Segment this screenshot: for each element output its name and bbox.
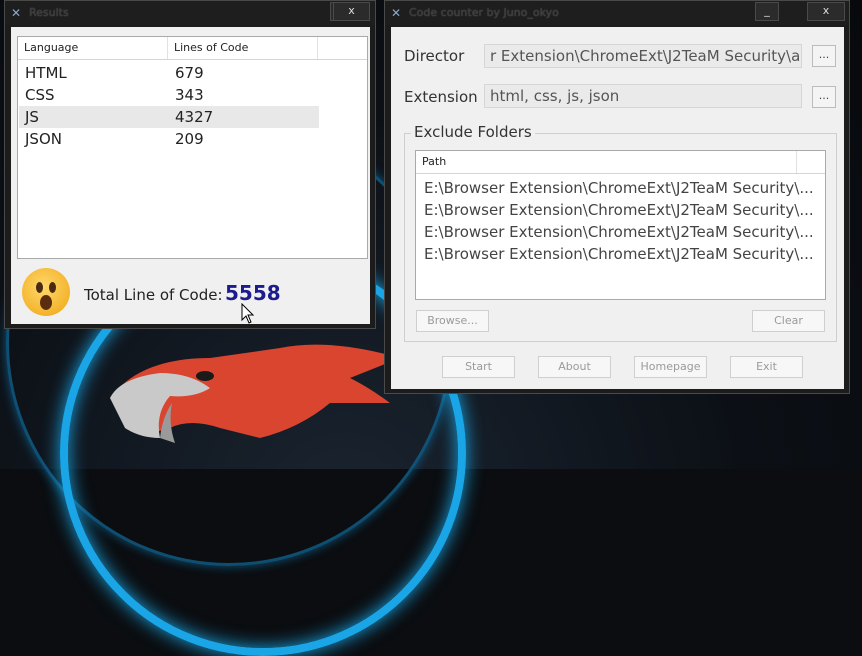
list-item[interactable]: E:\Browser Extension\ChromeExt\J2TeaM Se… (424, 221, 814, 243)
counter-client-area: Director r Extension\ChromeExt\J2TeaM Se… (391, 27, 844, 389)
row-lines: 679 (175, 64, 204, 82)
close-button[interactable]: x (333, 2, 370, 21)
exit-button[interactable]: Exit (730, 356, 803, 378)
close-button[interactable]: x (807, 2, 845, 21)
clear-button[interactable]: Clear (752, 310, 825, 332)
table-row[interactable]: CSS 343 (19, 84, 319, 106)
row-language: JS (25, 108, 39, 126)
eagle-logo (110, 344, 400, 443)
list-item[interactable]: E:\Browser Extension\ChromeExt\J2TeaM Se… (424, 199, 814, 221)
row-language: HTML (25, 64, 67, 82)
row-language: JSON (25, 130, 62, 148)
total-label: Total Line of Code: (84, 286, 223, 304)
directory-browse-button[interactable]: ... (812, 45, 836, 67)
extension-browse-button[interactable]: ... (812, 86, 836, 108)
list-item[interactable]: E:\Browser Extension\ChromeExt\J2TeaM Se… (424, 243, 814, 265)
row-lines: 4327 (175, 108, 214, 126)
table-row[interactable]: HTML 679 (19, 62, 319, 84)
total-value: 5558 (225, 281, 281, 305)
results-table[interactable]: Language Lines of Code HTML 679 CSS 343 … (17, 36, 368, 259)
counter-window-title: Code counter by Juno_okyo (409, 6, 559, 19)
about-button[interactable]: About (538, 356, 611, 378)
counter-titlebar[interactable]: ✕ Code counter by Juno_okyo _ x (385, 1, 849, 25)
homepage-button[interactable]: Homepage (634, 356, 707, 378)
start-button[interactable]: Start (442, 356, 515, 378)
list-item[interactable]: E:\Browser Extension\ChromeExt\J2TeaM Se… (424, 177, 814, 199)
results-titlebar[interactable]: ✕ Results _ x (5, 1, 375, 25)
exclude-list-header: Path (416, 151, 825, 174)
extension-label: Extension (404, 88, 478, 106)
browse-button[interactable]: Browse... (416, 310, 489, 332)
extension-field[interactable]: html, css, js, json (484, 84, 802, 108)
exclude-folders-group: Exclude Folders Path E:\Browser Extensio… (404, 123, 837, 342)
column-header-path[interactable]: Path (416, 151, 797, 173)
row-language: CSS (25, 86, 55, 104)
surprised-face-icon (22, 268, 70, 316)
directory-label: Director (404, 47, 465, 65)
exclude-folders-title: Exclude Folders (411, 123, 535, 141)
tools-icon: ✕ (11, 6, 22, 20)
exclude-folders-list[interactable]: Path E:\Browser Extension\ChromeExt\J2Te… (415, 150, 826, 300)
directory-field[interactable]: r Extension\ChromeExt\J2TeaM Security\ap… (484, 44, 802, 68)
mouse-pointer-icon (241, 303, 255, 324)
row-lines: 209 (175, 130, 204, 148)
column-header-language[interactable]: Language (18, 37, 168, 59)
results-window-title: Results (29, 6, 69, 19)
code-counter-window: ✕ Code counter by Juno_okyo _ x Director… (384, 0, 850, 394)
tools-icon: ✕ (391, 6, 402, 20)
table-row[interactable]: JSON 209 (19, 128, 319, 150)
column-header-lines[interactable]: Lines of Code (168, 37, 318, 59)
row-lines: 343 (175, 86, 204, 104)
table-row[interactable]: JS 4327 (19, 106, 319, 128)
results-client-area: Language Lines of Code HTML 679 CSS 343 … (11, 27, 370, 324)
minimize-button[interactable]: _ (755, 2, 779, 21)
results-table-header: Language Lines of Code (18, 37, 367, 60)
results-window: ✕ Results _ x Language Lines of Code HTM… (4, 0, 376, 329)
